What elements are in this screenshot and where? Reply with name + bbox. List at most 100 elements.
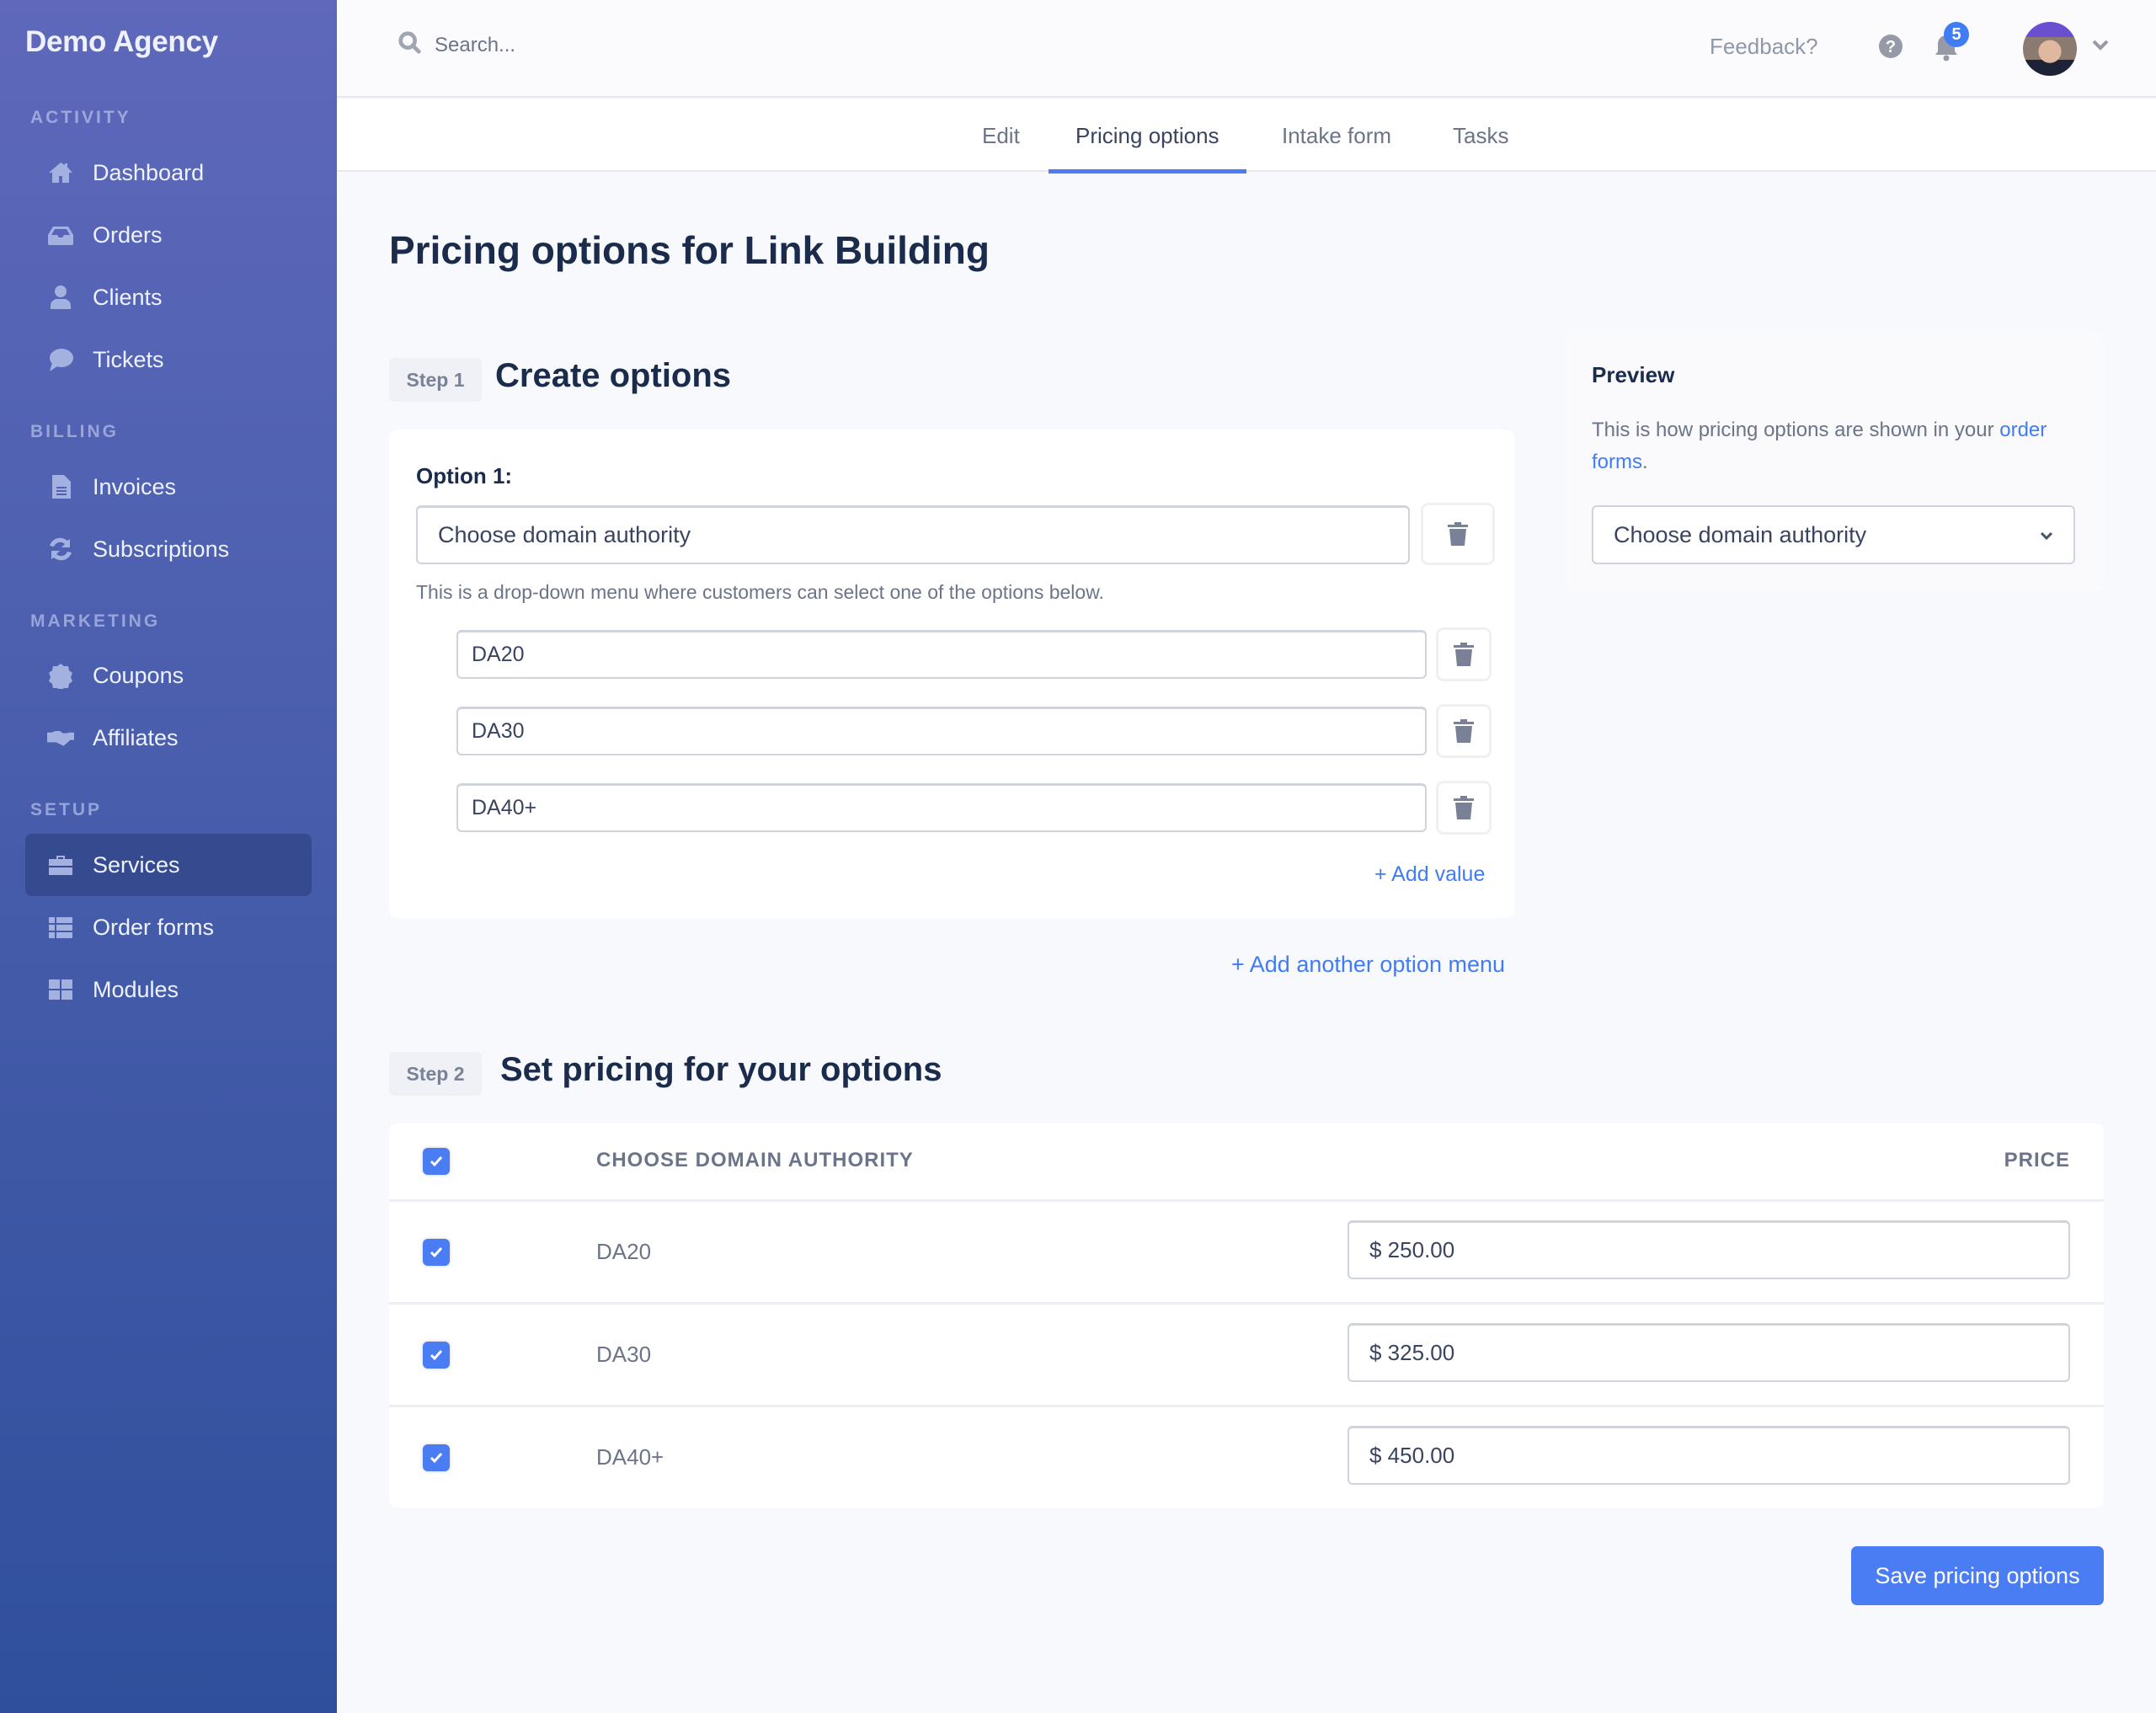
preview-title: Preview [1592,362,1675,387]
table-header-row: CHOOSE DOMAIN AUTHORITY PRICE [389,1123,2104,1199]
handshake-icon [45,723,76,753]
sidebar-item-clients[interactable]: Clients [25,266,312,328]
notification-badge: 5 [1944,22,1969,47]
check-icon [430,1453,443,1464]
home-icon [45,157,76,188]
add-option-menu-link[interactable]: + Add another option menu [1231,952,1505,978]
file-icon [45,472,76,502]
row-option: DA30 [596,1342,652,1367]
sidebar-item-order-forms[interactable]: Order forms [25,896,312,958]
sidebar-item-affiliates[interactable]: Affiliates [25,707,312,769]
nav-section-billing: BILLING [30,422,119,441]
preview-select-value: Choose domain authority [1614,521,1867,547]
select-all-checkbox[interactable] [423,1148,450,1175]
list-icon [45,912,76,942]
trash-icon [1454,719,1474,743]
sidebar-item-label: Clients [93,284,163,310]
price-input[interactable] [1348,1426,2070,1485]
sidebar-item-subscriptions[interactable]: Subscriptions [25,518,312,580]
option-value-input[interactable] [456,630,1427,679]
option-helper-text: This is a drop-down menu where customers… [416,581,1104,603]
row-checkbox[interactable] [423,1342,450,1369]
search-input[interactable] [435,33,687,57]
sidebar-item-label: Invoices [93,473,177,499]
table-row: DA40+ [389,1405,2104,1508]
trash-icon [1454,643,1474,666]
table-row: DA30 [389,1302,2104,1405]
feedback-link[interactable]: Feedback? [1710,34,1818,60]
sidebar-item-label: Subscriptions [93,536,230,562]
row-checkbox[interactable] [423,1444,450,1471]
delete-value-button[interactable] [1438,783,1489,832]
avatar[interactable] [2023,22,2077,76]
delete-value-button[interactable] [1438,707,1489,755]
comment-icon [45,344,76,375]
percent-badge-icon [45,660,76,691]
check-icon [430,1350,443,1361]
price-input[interactable] [1348,1323,2070,1382]
sidebar-item-services[interactable]: Services [25,834,312,896]
column-header-option: CHOOSE DOMAIN AUTHORITY [596,1149,914,1171]
sidebar-item-dashboard[interactable]: Dashboard [25,141,312,204]
trash-icon [1454,796,1474,819]
chevron-down-icon[interactable] [2092,39,2109,52]
save-pricing-options-button[interactable]: Save pricing options [1851,1546,2104,1605]
user-icon [45,282,76,312]
tab-tasks[interactable]: Tasks [1426,99,1535,172]
sidebar-item-label: Tickets [93,346,164,372]
sidebar-item-label: Coupons [93,662,184,688]
add-value-link[interactable]: + Add value [1374,862,1485,887]
option-name-input[interactable] [416,505,1410,564]
column-header-price: PRICE [2004,1149,2070,1171]
page-title: Pricing options for Link Building [389,228,990,272]
sidebar-item-label: Affiliates [93,724,179,750]
delete-value-button[interactable] [1438,630,1489,679]
row-checkbox[interactable] [423,1239,450,1266]
delete-option-button[interactable] [1423,505,1492,563]
sidebar-item-label: Order forms [93,914,215,940]
sidebar-item-orders[interactable]: Orders [25,204,312,266]
tab-bar: Edit Pricing options Intake form Tasks [337,99,2156,173]
nav-section-marketing: MARKETING [30,611,161,631]
option-value-input[interactable] [456,783,1427,832]
sidebar-item-coupons[interactable]: Coupons [25,644,312,707]
nav-section-activity: ACTIVITY [30,108,131,127]
chevron-down-icon [2040,531,2053,541]
sidebar-item-label: Services [93,851,180,878]
step-2-title: Set pricing for your options [500,1051,942,1088]
help-icon[interactable]: ? [1878,34,1903,59]
sidebar: Demo Agency ACTIVITY Dashboard Orders Cl… [0,0,337,1713]
preview-select[interactable]: Choose domain authority [1592,505,2075,564]
tab-edit[interactable]: Edit [955,99,1047,172]
toolbox-icon [45,850,76,880]
option-card: Option 1: This is a drop-down menu where… [389,430,1514,918]
step-2-badge: Step 2 [389,1052,482,1096]
trash-icon [1448,522,1468,546]
price-input[interactable] [1348,1220,2070,1279]
svg-text:?: ? [1886,38,1896,56]
check-icon [430,1156,443,1167]
preview-text: This is how pricing options are shown in… [1592,419,2000,441]
sidebar-item-modules[interactable]: Modules [25,958,312,1021]
pricing-table: CHOOSE DOMAIN AUTHORITY PRICE DA20 DA30 … [389,1123,2104,1508]
preview-description: This is how pricing options are shown in… [1592,414,2063,478]
step-1-title: Create options [495,357,732,394]
option-value-input[interactable] [456,707,1427,755]
preview-panel: Preview This is how pricing options are … [1565,332,2104,591]
refresh-icon [45,534,76,564]
inbox-icon [45,220,76,250]
sidebar-item-label: Modules [93,976,179,1002]
row-option: DA40+ [596,1444,664,1470]
sidebar-item-label: Dashboard [93,159,205,185]
sidebar-item-tickets[interactable]: Tickets [25,328,312,391]
nav-section-setup: SETUP [30,800,103,819]
table-row: DA20 [389,1199,2104,1302]
sidebar-item-invoices[interactable]: Invoices [25,456,312,518]
brand-logo[interactable]: Demo Agency [25,25,218,59]
tab-pricing-options[interactable]: Pricing options [1049,99,1246,173]
tab-intake-form[interactable]: Intake form [1255,99,1418,172]
step-1-badge: Step 1 [389,358,482,402]
search-icon [398,30,423,60]
search-box[interactable] [398,30,687,60]
grid-icon [45,974,76,1005]
